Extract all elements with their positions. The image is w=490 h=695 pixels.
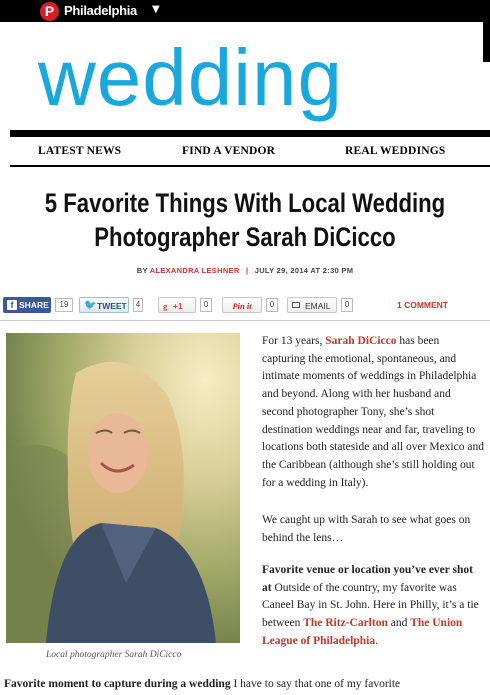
brand-name[interactable]: Philadelphia <box>64 3 137 18</box>
paragraph-intro: For 13 years, Sarah DiCicco has been cap… <box>262 333 484 492</box>
comments-link[interactable]: 1 COMMENT <box>397 300 448 310</box>
connector-text: and <box>387 617 411 630</box>
page-title: 5 Favorite Things With Local Wedding Pho… <box>44 186 446 254</box>
paragraph-behind-lens: We caught up with Sarah to see what goes… <box>262 514 471 544</box>
paragraph-favorite-moment: Favorite moment to capture during a wedd… <box>4 676 490 693</box>
nav-find-a-vendor[interactable]: FIND A VENDOR <box>182 145 275 157</box>
tweet-count: 4 <box>133 298 143 312</box>
top-bar: P Philadelphia ▼ <box>0 0 490 22</box>
main-nav: LATEST NEWS FIND A VENDOR REAL WEDDINGS <box>10 137 490 165</box>
publish-date: JULY 29, 2014 AT 2:30 PM <box>254 266 354 275</box>
question-favorite-moment: Favorite moment to capture during a wedd… <box>4 678 231 690</box>
divider <box>10 165 490 167</box>
byline: BY ALEXANDRA LESHNER | JULY 29, 2014 AT … <box>0 266 490 275</box>
tweet-label: TWEET <box>97 301 127 311</box>
photo-caption: Local photographer Sarah DiCicco <box>46 650 182 660</box>
answer-favorite-moment: I have to say that one of my favorite <box>230 678 401 690</box>
divider <box>10 130 490 137</box>
intro-text-rest: has been capturing the emotional, sponta… <box>262 335 484 489</box>
sarah-dicicco-link[interactable]: Sarah DiCicco <box>325 335 396 347</box>
photographer-portrait-image <box>6 333 240 643</box>
facebook-share-button[interactable]: f SHARE <box>3 297 51 313</box>
facebook-share-label: SHARE <box>19 300 49 310</box>
headline-line-1: 5 Favorite Things With Local Wedding <box>44 188 446 218</box>
facebook-share-count: 19 <box>55 298 73 312</box>
paragraph-favorite-venue: Favorite venue or location you’ve ever s… <box>262 562 484 651</box>
facebook-icon: f <box>7 300 17 310</box>
nav-latest-news[interactable]: LATEST NEWS <box>38 145 121 157</box>
email-count: 0 <box>341 298 353 312</box>
twitter-bird-icon: 🐦 <box>84 300 97 311</box>
byline-prefix: BY <box>136 266 148 275</box>
sentence-end: . <box>375 634 378 647</box>
google-plus-icon: g <box>163 301 168 311</box>
divider <box>0 320 490 321</box>
nav-real-weddings[interactable]: REAL WEDDINGS <box>345 145 446 157</box>
chevron-down-icon[interactable]: ▼ <box>152 4 160 15</box>
intro-text: For 13 years, <box>262 335 326 347</box>
ritz-carlton-link[interactable]: The Ritz-Carlton <box>303 617 388 629</box>
google-plus-label: +1 <box>173 301 183 311</box>
author-link[interactable]: ALEXANDRA LESHNER <box>150 266 240 275</box>
email-label: EMAIL <box>305 301 331 311</box>
portrait-illustration <box>6 333 240 643</box>
email-share-button[interactable]: EMAIL <box>287 297 337 313</box>
pin-it-button[interactable]: Pin it <box>222 297 262 313</box>
pin-it-count: 0 <box>266 298 278 312</box>
google-plus-one-button[interactable]: g +1 <box>158 297 196 313</box>
byline-separator: | <box>245 266 249 275</box>
google-plus-count: 0 <box>200 298 212 312</box>
scrollbar[interactable] <box>483 22 490 62</box>
headline-line-2: Photographer Sarah DiCicco <box>94 222 396 252</box>
philadelphia-logo-icon[interactable]: P <box>40 2 59 21</box>
masthead-logo[interactable]: wedding <box>38 38 343 118</box>
tweet-button[interactable]: 🐦 TWEET <box>79 297 129 313</box>
envelope-icon <box>292 302 300 308</box>
